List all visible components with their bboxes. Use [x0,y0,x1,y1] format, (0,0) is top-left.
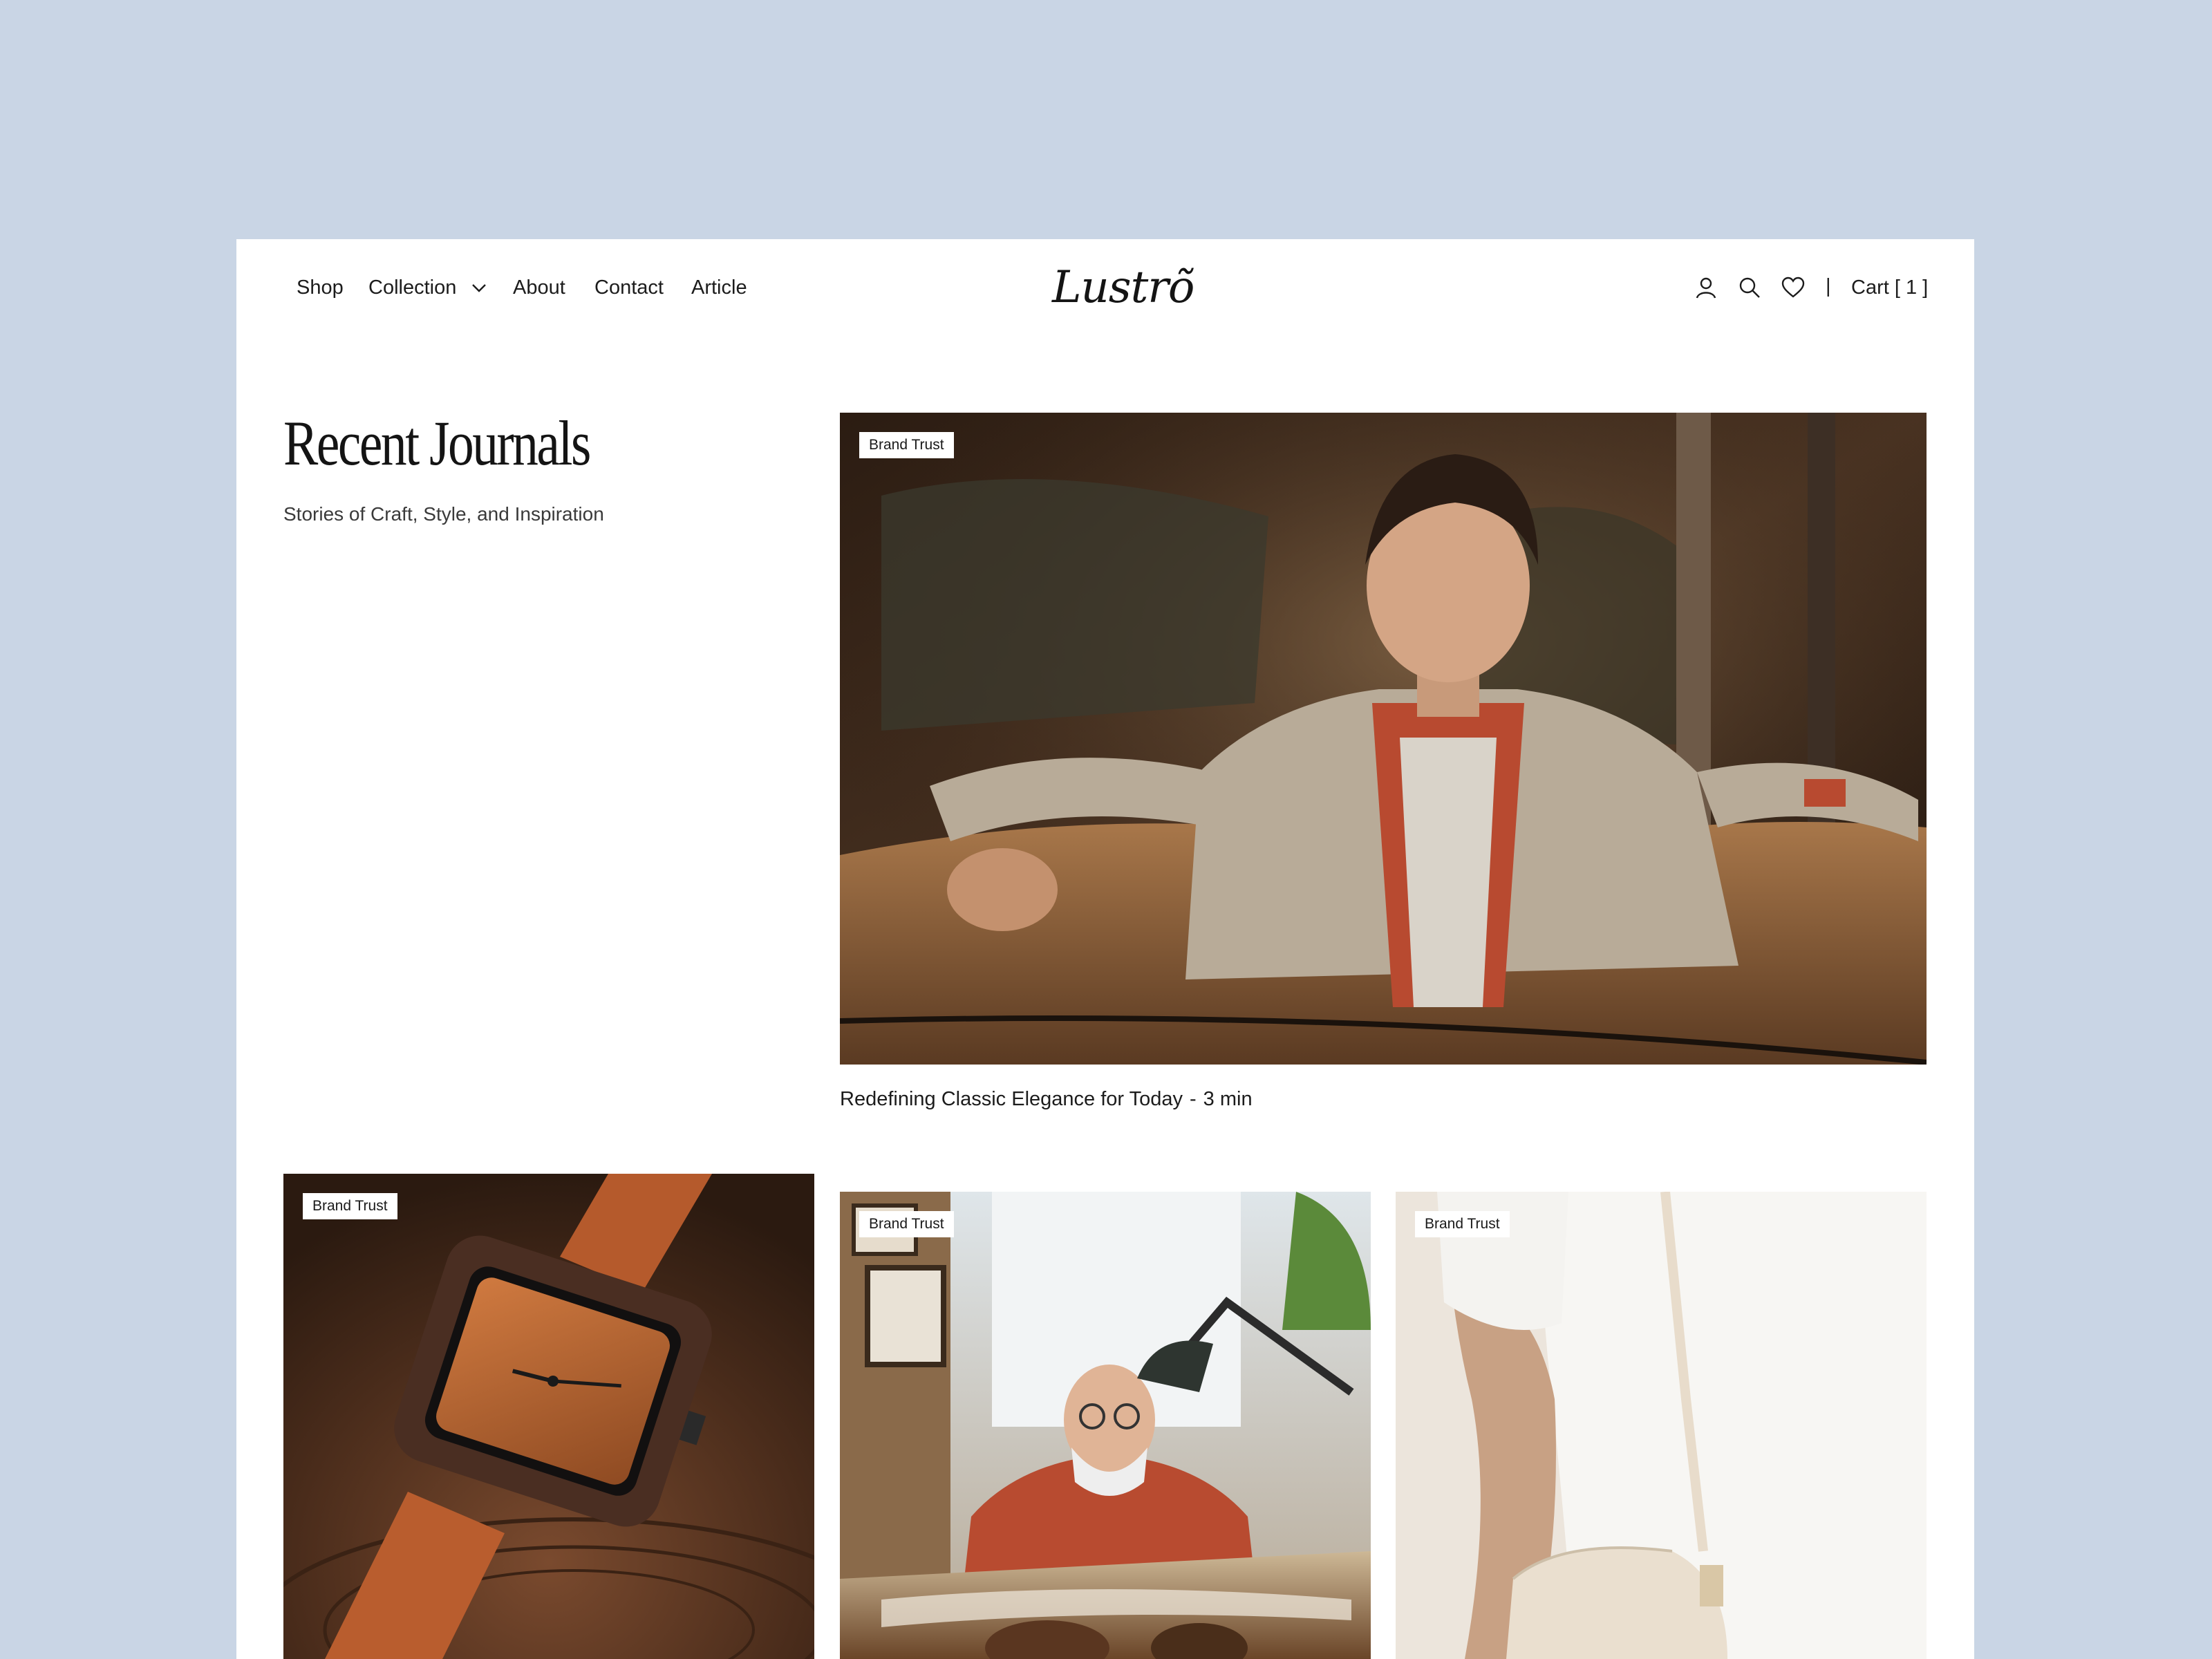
featured-article-image[interactable]: Brand Trust [840,413,1927,1065]
featured-article-caption[interactable]: Redefining Classic Elegance for Today -3 … [840,1085,1253,1113]
brand-logo[interactable]: Lustrõ [1052,260,1194,315]
heart-icon[interactable] [1781,275,1806,300]
header-divider: | [1826,275,1831,297]
category-tag: Brand Trust [303,1193,397,1219]
section-title: Recent Journals [283,408,591,478]
nav-shop-link[interactable]: Shop [297,274,344,301]
nav-about-link[interactable]: About [513,274,565,301]
category-tag: Brand Trust [859,432,954,458]
user-icon[interactable] [1694,275,1718,300]
article-card-image[interactable]: Brand Trust [1396,1192,1927,1659]
chevron-down-icon[interactable] [469,278,489,297]
article-card-image[interactable]: Brand Trust [283,1174,814,1659]
article-card-image[interactable]: Brand Trust [840,1192,1371,1659]
nav-collection-link[interactable]: Collection [368,274,456,301]
article-title: Redefining Classic Elegance for Today [840,1088,1183,1110]
caption-separator: - [1189,1088,1197,1110]
cart-button[interactable]: Cart [ 1 ] [1851,274,1928,301]
section-subtitle: Stories of Craft, Style, and Inspiration [283,503,604,525]
category-tag: Brand Trust [859,1211,954,1237]
nav-contact-link[interactable]: Contact [594,274,664,301]
nav-article-link[interactable]: Article [691,274,747,301]
category-tag: Brand Trust [1415,1211,1510,1237]
search-icon[interactable] [1737,275,1762,300]
page-frame: Shop Collection About Contact Article Lu… [236,239,1974,1659]
read-time: 3 min [1203,1088,1253,1110]
